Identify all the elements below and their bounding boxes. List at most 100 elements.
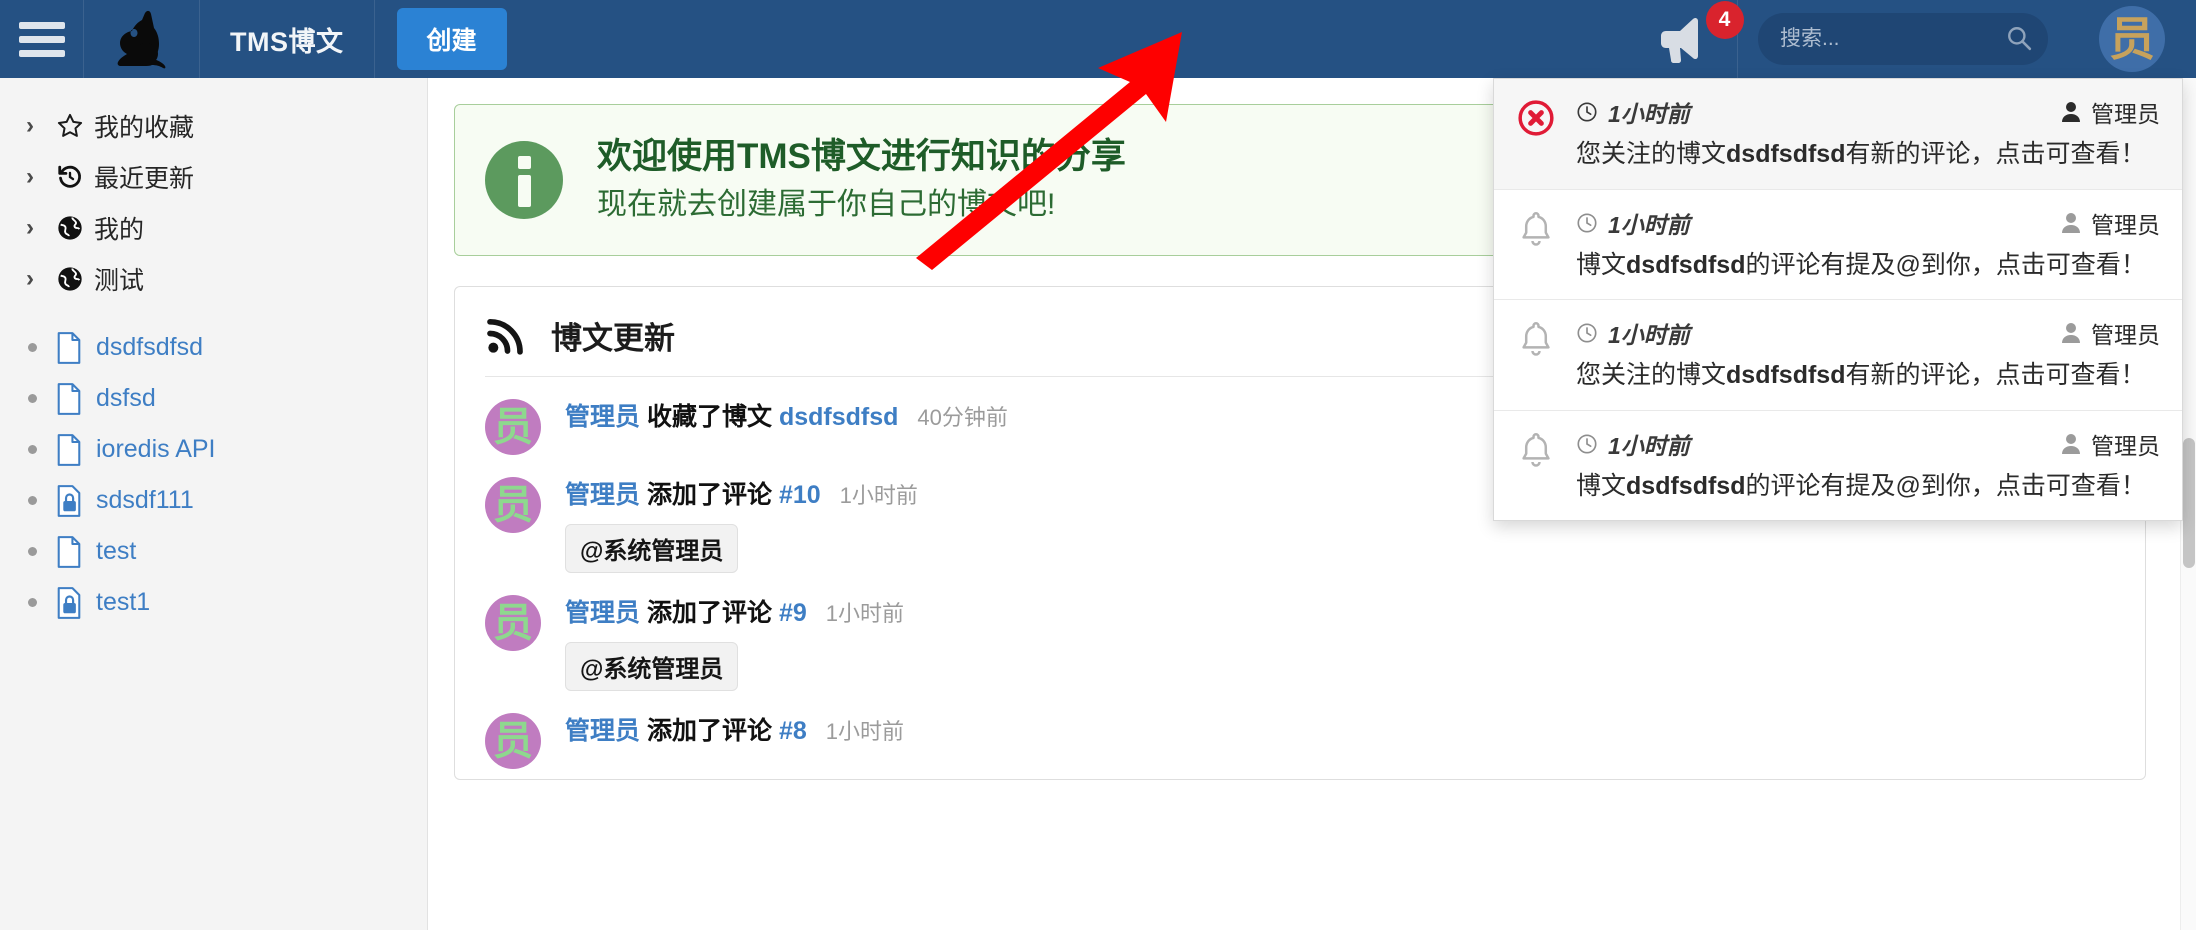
hamburger-icon [18, 21, 65, 57]
notification-item[interactable]: 1小时前 管理员 博文dsdfsdfsd的评论有提及@到你，点击可查看！ [1494, 190, 2182, 300]
notification-time-wrap: 1小时前 [1576, 427, 1690, 461]
sidebar-item-test[interactable]: › 测试 [0, 253, 427, 304]
activity-user[interactable]: 管理员 [565, 717, 640, 745]
notification-meta: 1小时前 管理员 [1576, 95, 2160, 129]
chevron-right-icon[interactable]: › [26, 112, 56, 140]
notification-text-bold: dsdfsdfsd [1626, 250, 1746, 279]
sidebar-item-label: 测试 [94, 266, 145, 295]
delete-circle-icon[interactable] [1514, 95, 1558, 173]
chevron-right-icon[interactable]: › [26, 214, 56, 242]
notification-text-bold: dsdfsdfsd [1726, 140, 1846, 168]
notifications-button[interactable]: 4 [1626, 0, 1744, 78]
brand-title[interactable]: TMS博文 [200, 0, 375, 78]
user-icon [2062, 102, 2080, 122]
file-icon [56, 382, 96, 415]
notification-body: 1小时前 管理员 您关注的博文dsdfsdfsd有新的评论，点击可查看！ [1576, 316, 2160, 394]
clock-icon [1577, 102, 1597, 122]
activity-body: 管理员 收藏了博文 dsdfsdfsd 40分钟前 [565, 399, 1008, 455]
sidebar-item-label: 最近更新 [94, 164, 195, 193]
notification-text-before: 您关注的博文 [1576, 361, 1727, 389]
notification-text: 博文dsdfsdfsd的评论有提及@到你，点击可查看！ [1576, 469, 2160, 505]
mention-tag: @系统管理员 [565, 524, 739, 573]
activity-verb: 添加了评论 [646, 717, 772, 745]
bell-icon [1514, 427, 1558, 505]
notification-user: 管理员 [2091, 322, 2160, 348]
scrollbar-thumb[interactable] [2183, 438, 2195, 568]
notification-text-bold: dsdfsdfsd [1726, 361, 1846, 389]
notification-meta: 1小时前 管理员 [1576, 427, 2160, 461]
megaphone-icon [1660, 17, 1698, 64]
list-item[interactable]: test [0, 526, 427, 577]
activity-target[interactable]: #8 [779, 717, 807, 745]
sidebar-item-label: 我的 [94, 215, 145, 244]
notification-text-after: 的评论有提及@到你，点击可查看！ [1745, 471, 2146, 500]
activity-user[interactable]: 管理员 [565, 481, 640, 509]
file-icon [56, 535, 96, 568]
notification-user-wrap: 管理员 [2061, 316, 2160, 350]
activity-time: 1小时前 [839, 483, 918, 508]
search-box[interactable] [1758, 13, 2048, 65]
list-item-label: test1 [96, 588, 151, 616]
notification-text-before: 博文 [1576, 471, 1627, 500]
notification-body: 1小时前 管理员 博文dsdfsdfsd的评论有提及@到你，点击可查看！ [1576, 206, 2160, 284]
brand-label: TMS博文 [230, 26, 344, 57]
activity-user[interactable]: 管理员 [565, 599, 640, 627]
list-item[interactable]: 员 管理员 添加了评论 #8 1小时前 [485, 691, 2115, 769]
app-logo[interactable] [84, 0, 200, 78]
create-button[interactable]: 创建 [396, 8, 507, 70]
chevron-right-icon[interactable]: › [26, 265, 56, 293]
activity-time: 1小时前 [825, 719, 904, 744]
list-item[interactable]: 员 管理员 添加了评论 #9 1小时前 @系统管理员 [485, 573, 2115, 691]
chevron-right-icon[interactable]: › [26, 163, 56, 191]
search-input[interactable] [1758, 13, 2048, 65]
bell-icon [1514, 316, 1558, 394]
star-icon [56, 112, 94, 140]
list-item[interactable]: dsfsd [0, 373, 427, 424]
notification-time-wrap: 1小时前 [1576, 95, 1690, 129]
activity-time: 40分钟前 [917, 405, 1008, 430]
rabbit-logo-icon [117, 10, 165, 69]
notification-user-wrap: 管理员 [2061, 206, 2160, 240]
list-item[interactable]: test1 [0, 577, 427, 628]
notification-item[interactable]: 1小时前 管理员 您关注的博文dsdfsdfsd有新的评论，点击可查看！ [1494, 300, 2182, 411]
clock-icon [1577, 433, 1597, 454]
list-item[interactable]: ioredis API [0, 424, 427, 475]
activity-line: 管理员 收藏了博文 dsdfsdfsd 40分钟前 [565, 402, 1008, 432]
notification-time: 1小时前 [1608, 211, 1690, 238]
sidebar-item-recent[interactable]: › 最近更新 [0, 151, 427, 202]
bullet-icon [26, 598, 56, 607]
activity-body: 管理员 添加了评论 #10 1小时前 @系统管理员 [565, 477, 918, 573]
list-item[interactable]: dsdfsdfsd [0, 322, 427, 373]
notification-item[interactable]: 1小时前 管理员 您关注的博文dsdfsdfsd有新的评论，点击可查看！ [1494, 79, 2182, 190]
sidebar-item-mine[interactable]: › 我的 [0, 202, 427, 253]
list-item[interactable]: sdsdf111 [0, 475, 427, 526]
bullet-icon [26, 547, 56, 556]
file-lock-icon [56, 484, 96, 517]
clock-icon [1577, 212, 1597, 233]
notification-text-after: 有新的评论，点击可查看！ [1845, 361, 2146, 389]
notification-text: 您关注的博文dsdfsdfsd有新的评论，点击可查看！ [1576, 358, 2160, 394]
avatar: 员 [485, 713, 541, 769]
activity-target[interactable]: #10 [779, 481, 821, 509]
activity-body: 管理员 添加了评论 #9 1小时前 @系统管理员 [565, 595, 904, 691]
activity-verb: 添加了评论 [646, 481, 772, 509]
notification-text-after: 有新的评论，点击可查看！ [1845, 140, 2146, 168]
top-header: TMS博文 创建 4 员 [0, 0, 2196, 78]
sidebar-divider-space [0, 304, 427, 322]
notification-user: 管理员 [2091, 101, 2160, 127]
welcome-text: 欢迎使用TMS博文进行知识的分享 现在就去创建属于你自己的博文吧! [597, 135, 1126, 225]
user-menu-button[interactable]: 员 [2068, 0, 2196, 78]
notification-item[interactable]: 1小时前 管理员 博文dsdfsdfsd的评论有提及@到你，点击可查看！ [1494, 411, 2182, 521]
notifications-dropdown: 1小时前 管理员 您关注的博文dsdfsdfsd有新的评论，点击可查看！ 1小时… [1493, 78, 2183, 521]
notification-user-wrap: 管理员 [2061, 95, 2160, 129]
hamburger-menu-button[interactable] [0, 0, 84, 78]
activity-user[interactable]: 管理员 [565, 403, 640, 431]
activity-body: 管理员 添加了评论 #8 1小时前 [565, 713, 904, 769]
notification-body: 1小时前 管理员 您关注的博文dsdfsdfsd有新的评论，点击可查看！ [1576, 95, 2160, 173]
header-spacer [529, 0, 1626, 78]
activity-target[interactable]: dsdfsdfsd [779, 403, 898, 431]
sidebar-item-favorites[interactable]: › 我的收藏 [0, 100, 427, 151]
create-button-cell: 创建 [375, 0, 529, 78]
activity-target[interactable]: #9 [779, 599, 807, 627]
notification-user-wrap: 管理员 [2061, 427, 2160, 461]
